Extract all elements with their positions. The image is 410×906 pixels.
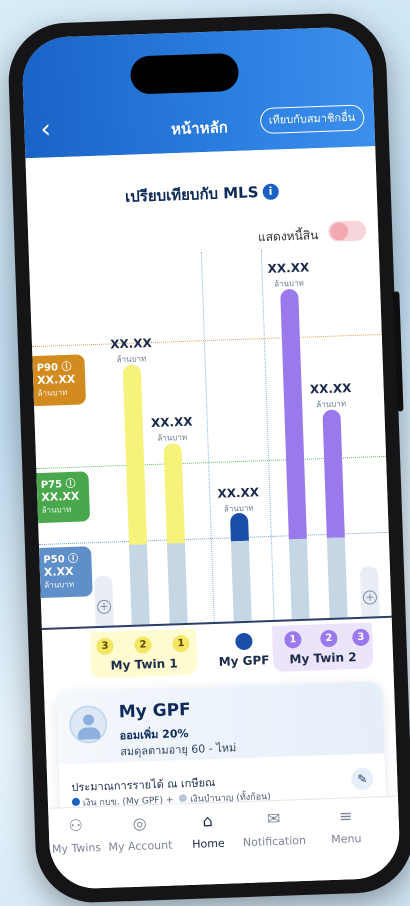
- bar-base: [128, 544, 150, 625]
- bar-base: [288, 538, 310, 620]
- twin2-badge-1: 1: [284, 630, 302, 649]
- screen: ‹ หน้าหลัก เทียบกับสมาชิกอื่น เปรียบเทีย…: [21, 26, 401, 890]
- home-icon: ⌂: [202, 811, 214, 831]
- card-detail: สมดุลตามอายุ 60 - ไหม่: [119, 741, 237, 759]
- mail-icon: ✉: [266, 808, 281, 829]
- group-my-twin-1[interactable]: 3 2 1 My Twin 1: [90, 628, 198, 679]
- p75-badge[interactable]: P75 ⓘ XX.XX ล้านบาท: [36, 471, 91, 524]
- users-icon: ⚇: [68, 815, 84, 836]
- twin1-badge-2: 2: [134, 636, 152, 654]
- show-debt-label: แสดงหนี้สิน: [257, 228, 319, 245]
- nav-home[interactable]: ⌂ Home: [172, 810, 243, 851]
- twin2-badge-3: 3: [352, 628, 370, 647]
- nav-my-twins[interactable]: ⚇ My Twins: [40, 815, 111, 856]
- phone-frame: ‹ หน้าหลัก เทียบกับสมาชิกอื่น เปรียบเทีย…: [6, 11, 410, 905]
- plus-icon: +: [362, 590, 378, 605]
- bar-value-label: XX.XX: [217, 485, 260, 501]
- nav-notification[interactable]: ✉ Notification: [238, 808, 309, 849]
- header-bar: ‹ หน้าหลัก เทียบกับสมาชิกอื่น: [21, 26, 376, 159]
- avatar-icon: [68, 704, 108, 745]
- legend-dot-pension: [179, 794, 188, 803]
- plus-icon: +: [96, 599, 112, 615]
- nav-label: My Twins: [51, 841, 102, 856]
- add-twin-column-right[interactable]: +: [359, 566, 380, 617]
- bar-twin1-1[interactable]: [163, 443, 185, 544]
- bar-base: [230, 540, 252, 622]
- p90-badge[interactable]: P90 ⓘ XX.XX ล้านบาท: [32, 354, 87, 407]
- bar-twin1-2[interactable]: [122, 364, 147, 545]
- twin1-badge-1: 1: [172, 634, 190, 653]
- p90-gridline: [31, 333, 382, 348]
- chart-title-text: เปรียบเทียบกับ MLS: [124, 183, 259, 206]
- p50-unit: ล้านบาท: [44, 579, 75, 590]
- info-icon[interactable]: i: [262, 183, 279, 201]
- bar-my-gpf[interactable]: [229, 512, 249, 542]
- main-content: เปรียบเทียบกับ MLS i แสดงหนี้สิน P90 ⓘ XX…: [25, 146, 401, 890]
- p50-label: P50: [43, 554, 65, 566]
- nav-menu[interactable]: ≡ Menu: [310, 805, 381, 846]
- twin2-badge-2: 2: [320, 629, 338, 648]
- dynamic-island: [129, 52, 240, 95]
- bar-unit-label: ล้านบาท: [116, 354, 147, 365]
- card-header: My GPF ออมเพิ่ม 20% สมดุลตามอายุ 60 - ไห…: [56, 681, 385, 765]
- add-twin-column-left[interactable]: +: [94, 575, 114, 627]
- account-icon: ◎: [132, 813, 148, 833]
- chart-title: เปรียบเทียบกับ MLS i: [26, 176, 377, 212]
- divider-line-2: [260, 250, 275, 620]
- side-button: [393, 291, 404, 412]
- avatar-head: [82, 714, 95, 726]
- edit-pencil-icon[interactable]: ✎: [350, 767, 374, 791]
- bar-twin2-2[interactable]: [322, 409, 345, 539]
- p75-label: P75: [40, 479, 63, 491]
- avatar-body: [77, 727, 101, 740]
- bar-unit-label: ล้านบาท: [316, 399, 347, 410]
- bar-value-label: XX.XX: [309, 381, 352, 397]
- bar-value-label: XX.XX: [267, 260, 310, 276]
- bar-base: [166, 542, 188, 624]
- nav-label: Menu: [331, 831, 362, 847]
- nav-label: My Account: [108, 838, 173, 854]
- bar-unit-label: ล้านบาท: [223, 503, 254, 514]
- nav-my-account[interactable]: ◎ My Account: [104, 812, 175, 853]
- card-title: My GPF: [118, 699, 192, 723]
- bottom-navigation: ⚇ My Twins ◎ My Account ⌂ Home ✉ Notific…: [48, 795, 401, 890]
- twin1-badge-3: 3: [96, 637, 114, 656]
- group-my-twin-2[interactable]: 1 2 3 My Twin 2: [271, 622, 374, 672]
- menu-icon: ≡: [338, 806, 353, 826]
- bar-unit-label: ล้านบาท: [157, 432, 188, 443]
- bar-value-label: XX.XX: [109, 336, 152, 352]
- bar-base: [326, 537, 348, 618]
- show-debt-toggle[interactable]: [327, 220, 367, 242]
- nav-label: Notification: [242, 833, 307, 850]
- p90-label: P90: [36, 362, 59, 375]
- group-label-twin2: My Twin 2: [289, 650, 357, 667]
- toggle-knob: [329, 222, 349, 241]
- p50-badge[interactable]: P50 ⓘ X.XX ล้านบาท: [39, 546, 93, 599]
- compare-members-button[interactable]: เทียบกับสมาชิกอื่น: [259, 104, 365, 135]
- bar-twin2-1[interactable]: [280, 288, 307, 540]
- group-label-twin1: My Twin 1: [110, 656, 178, 673]
- p90-unit: ล้านบาท: [37, 387, 68, 399]
- divider-line-1: [200, 252, 215, 623]
- bar-unit-label: ล้านบาท: [273, 278, 304, 289]
- nav-label: Home: [191, 836, 225, 851]
- bar-value-label: XX.XX: [150, 414, 193, 431]
- p75-unit: ล้านบาท: [41, 504, 72, 515]
- legend-dot-gpf: [71, 797, 81, 807]
- gpf-badge: [235, 632, 253, 651]
